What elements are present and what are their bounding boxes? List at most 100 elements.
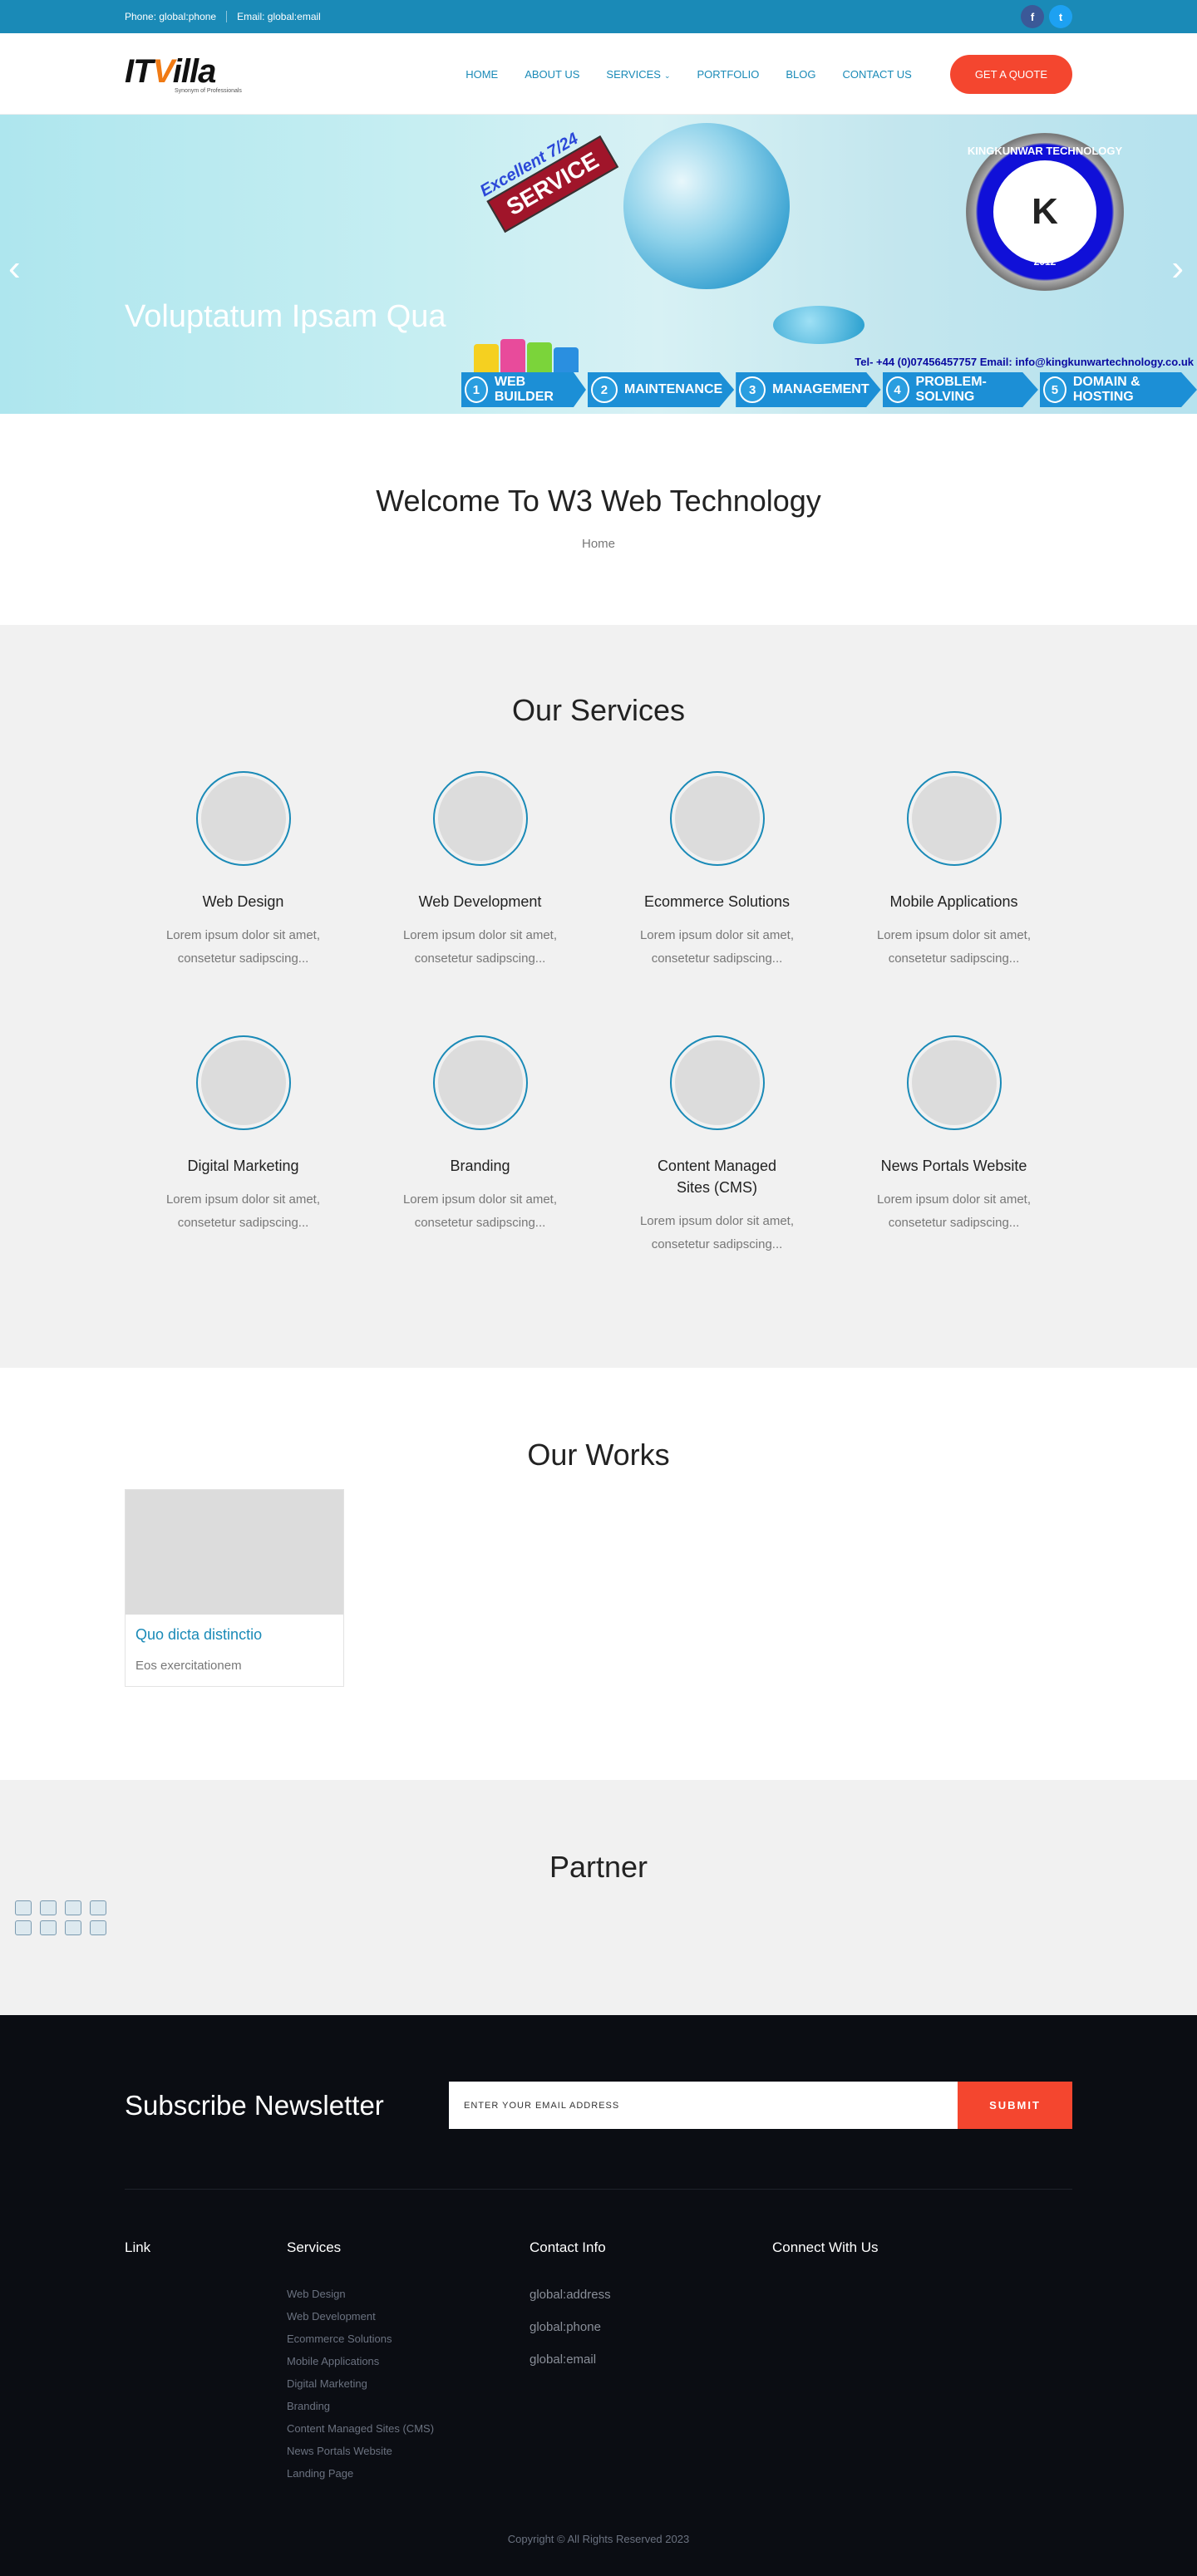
breadcrumb[interactable]: Home — [0, 537, 1197, 551]
services-section: Our Services Web Design Lorem ipsum dolo… — [0, 625, 1197, 1368]
partner-section: Partner — [0, 1780, 1197, 2015]
top-phone: Phone: global:phone — [125, 11, 228, 22]
badge-year: 2012 — [1033, 256, 1057, 268]
logo-illa: illa — [172, 52, 217, 90]
service-card[interactable]: Digital Marketing Lorem ipsum dolor sit … — [125, 1035, 362, 1256]
main-nav: HOME ABOUT US SERVICES ⌄ PORTFOLIO BLOG C… — [466, 54, 1072, 94]
nav-contact[interactable]: CONTACT US — [843, 68, 912, 81]
slide-title: Voluptatum Ipsam Qua — [125, 299, 446, 334]
step-number: 2 — [590, 376, 618, 403]
service-title: Branding — [450, 1158, 510, 1174]
services-title: Our Services — [511, 693, 686, 727]
top-bar: Phone: global:phone Email: global:email … — [0, 0, 1197, 33]
footer-service-link[interactable]: News Portals Website — [287, 2445, 530, 2457]
footer-contact-heading: Contact Info — [530, 2239, 606, 2255]
service-title: Ecommerce Solutions — [643, 893, 791, 910]
partner-logo-icon[interactable] — [40, 1900, 57, 1915]
nav-home[interactable]: HOME — [466, 68, 498, 81]
service-card[interactable]: Branding Lorem ipsum dolor sit amet, con… — [362, 1035, 598, 1256]
nav-portfolio[interactable]: PORTFOLIO — [697, 68, 759, 81]
partner-logo-icon[interactable] — [65, 1920, 81, 1935]
service-title: Web Development — [418, 893, 542, 910]
work-card[interactable]: Quo dicta distinctio Eos exercitationem — [125, 1489, 344, 1687]
twitter-icon[interactable]: t — [1049, 5, 1072, 28]
footer-service-link[interactable]: Web Design — [287, 2288, 530, 2300]
hero-slider: Excellent 7/24 SERVICE KINGKUNWAR TECHNO… — [0, 115, 1197, 414]
partner-logo-icon[interactable] — [15, 1900, 32, 1915]
service-card[interactable]: Web Design Lorem ipsum dolor sit amet, c… — [125, 771, 362, 971]
service-icon — [669, 1035, 765, 1130]
logo-v: V — [152, 52, 174, 90]
service-card[interactable]: Content Managed Sites (CMS) Lorem ipsum … — [598, 1035, 835, 1256]
footer-service-link[interactable]: Branding — [287, 2400, 530, 2412]
welcome-section: Welcome To W3 Web Technology Home — [0, 414, 1197, 625]
nav-services[interactable]: SERVICES ⌄ — [606, 68, 670, 81]
service-desc: Lorem ipsum dolor sit amet, consetetur s… — [639, 928, 795, 966]
partner-logo-icon[interactable] — [40, 1920, 57, 1935]
work-thumbnail — [126, 1490, 343, 1615]
footer-phone[interactable]: global:phone — [530, 2320, 772, 2334]
computer-mouse-image — [773, 306, 864, 344]
company-badge: KINGKUNWAR TECHNOLOGY K 2012 — [966, 133, 1124, 291]
newsletter-submit-button[interactable]: SUBMIT — [958, 2082, 1072, 2129]
step-number: 4 — [885, 376, 909, 403]
banner-step: 5 DOMAIN & HOSTING — [1039, 372, 1197, 407]
service-desc: Lorem ipsum dolor sit amet, consetetur s… — [876, 928, 1032, 966]
footer-service-link[interactable]: Web Development — [287, 2310, 530, 2323]
nav-services-label: SERVICES — [606, 67, 661, 81]
service-card[interactable]: Ecommerce Solutions Lorem ipsum dolor si… — [598, 771, 835, 971]
service-desc: Lorem ipsum dolor sit amet, consetetur s… — [402, 1192, 558, 1230]
service-banner-tag: Excellent 7/24 SERVICE — [477, 119, 619, 234]
facebook-icon[interactable]: f — [1021, 5, 1044, 28]
social-links: f t — [1021, 5, 1072, 28]
footer-email[interactable]: global:email — [530, 2352, 772, 2367]
slider-next-icon[interactable]: › — [1171, 248, 1184, 289]
step-label: WEB BUILDER — [494, 375, 554, 404]
partner-logo-icon[interactable] — [90, 1920, 106, 1935]
banner-step: 4 PROBLEM-SOLVING — [882, 372, 1038, 407]
newsletter-email-input[interactable] — [449, 2082, 958, 2129]
service-icon — [432, 1035, 528, 1130]
service-desc: Lorem ipsum dolor sit amet, consetetur s… — [165, 1192, 321, 1230]
service-desc: Lorem ipsum dolor sit amet, consetetur s… — [165, 928, 321, 966]
copyright: Copyright © All Rights Reserved 2023 — [507, 2533, 690, 2545]
step-label: MANAGEMENT — [772, 382, 869, 396]
newsletter-title: Subscribe Newsletter — [125, 2089, 384, 2121]
site-logo[interactable]: ITVilla Synonym of Professionals — [125, 55, 242, 94]
footer-service-link[interactable]: Digital Marketing — [287, 2377, 530, 2390]
partner-logo-icon[interactable] — [65, 1900, 81, 1915]
footer-service-link[interactable]: Content Managed Sites (CMS) — [287, 2422, 530, 2435]
step-label: MAINTENANCE — [623, 382, 723, 396]
footer-service-link[interactable]: Ecommerce Solutions — [287, 2333, 530, 2345]
top-contact: Phone: global:phone Email: global:email — [125, 11, 331, 22]
works-title: Our Works — [527, 1438, 670, 1472]
service-title: Mobile Applications — [889, 893, 1018, 910]
newsletter: Subscribe Newsletter SUBMIT — [125, 2015, 1072, 2190]
service-card[interactable]: Mobile Applications Lorem ipsum dolor si… — [835, 771, 1072, 971]
badge-mark: K — [991, 158, 1099, 266]
banner-steps: 1 WEB BUILDER 2 MAINTENANCE 3 MANAGEMENT 4P… — [461, 372, 1197, 407]
service-title: News Portals Website — [880, 1158, 1027, 1174]
partner-title: Partner — [549, 1850, 648, 1884]
partner-logos — [15, 1900, 108, 1935]
services-grid: Web Design Lorem ipsum dolor sit amet, c… — [125, 771, 1072, 1256]
partner-logo-icon[interactable] — [90, 1900, 106, 1915]
service-card[interactable]: Web Development Lorem ipsum dolor sit am… — [362, 771, 598, 971]
footer-service-link[interactable]: Mobile Applications — [287, 2355, 530, 2367]
nav-about[interactable]: ABOUT US — [525, 68, 579, 81]
footer-service-link[interactable]: Landing Page — [287, 2467, 530, 2480]
top-email: Email: global:email — [237, 11, 321, 22]
service-card[interactable]: News Portals Website Lorem ipsum dolor s… — [835, 1035, 1072, 1256]
footer-link-heading: Link — [125, 2239, 151, 2255]
work-subtitle: Eos exercitationem — [135, 1659, 242, 1673]
service-icon — [906, 771, 1002, 866]
service-desc: Lorem ipsum dolor sit amet, consetetur s… — [639, 1214, 795, 1251]
nav-blog[interactable]: BLOG — [786, 68, 815, 81]
slider-prev-icon[interactable]: ‹ — [8, 248, 21, 289]
get-quote-button[interactable]: GET A QUOTE — [949, 54, 1072, 94]
partner-logo-icon[interactable] — [15, 1920, 32, 1935]
badge-company-name: KINGKUNWAR TECHNOLOGY — [967, 145, 1123, 157]
work-title[interactable]: Quo dicta distinctio — [135, 1626, 333, 1644]
banner-step: 1 WEB BUILDER — [461, 372, 586, 407]
banner-step: 2 MAINTENANCE — [587, 372, 735, 407]
